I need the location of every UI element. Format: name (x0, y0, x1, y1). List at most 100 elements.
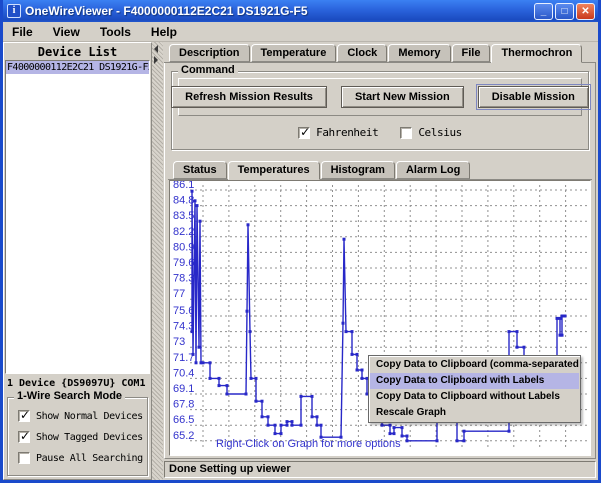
y-tick-label: 69.1 (173, 383, 194, 395)
fahrenheit-option[interactable]: Fahrenheit (298, 126, 378, 139)
split-pane-divider[interactable] (152, 42, 163, 480)
data-point-marker (508, 330, 511, 333)
pause-all-searching-label: Pause All Searching (36, 453, 143, 464)
show-normal-devices-row[interactable]: Show Normal Devices (18, 410, 141, 422)
data-point-marker (523, 346, 526, 349)
tab-description[interactable]: Description (169, 44, 250, 62)
data-point-marker (393, 426, 396, 429)
data-point-marker (389, 424, 392, 427)
data-point-marker (406, 435, 409, 438)
menu-item-copy-comma-separated[interactable]: Copy Data to Clipboard (comma-separated) (370, 357, 579, 373)
data-point-marker (218, 384, 221, 387)
device-view-tabs: Description Temperature Clock Memory Fil… (164, 44, 596, 63)
data-point-marker (202, 361, 205, 364)
y-tick-label: 80.9 (173, 241, 194, 253)
collapse-left-icon[interactable] (154, 45, 158, 53)
data-point-marker (274, 424, 277, 427)
temperature-graph-panel: 86.184.883.582.280.979.678.37775.674.373… (169, 180, 591, 456)
data-point-marker (209, 377, 212, 380)
data-point-marker (436, 439, 439, 442)
data-point-marker (194, 199, 197, 202)
data-point-marker (218, 377, 221, 380)
tab-temperatures[interactable]: Temperatures (228, 161, 320, 180)
y-tick-label: 79.6 (173, 257, 194, 269)
data-point-marker (300, 424, 303, 427)
data-point-marker (316, 424, 319, 427)
unit-selection-row: Fahrenheit Celsius (178, 116, 582, 145)
tab-file[interactable]: File (452, 44, 491, 62)
menu-view[interactable]: View (50, 23, 89, 41)
pause-all-searching-row[interactable]: Pause All Searching (18, 452, 141, 464)
start-new-mission-button[interactable]: Start New Mission (341, 86, 464, 108)
tab-temperature[interactable]: Temperature (251, 44, 337, 62)
y-tick-label: 70.4 (173, 367, 194, 379)
refresh-mission-results-button[interactable]: Refresh Mission Results (171, 86, 327, 108)
data-point-marker (280, 432, 283, 435)
viewer-panel: Description Temperature Clock Memory Fil… (163, 42, 598, 480)
data-point-marker (261, 415, 264, 418)
tab-histogram[interactable]: Histogram (321, 161, 395, 179)
menu-item-copy-without-labels[interactable]: Copy Data to Clipboard without Labels (370, 389, 579, 405)
tab-clock[interactable]: Clock (337, 44, 387, 62)
celsius-checkbox[interactable] (400, 127, 412, 139)
menu-item-rescale-graph[interactable]: Rescale Graph (370, 405, 579, 421)
search-mode-group: 1-Wire Search Mode Show Normal Devices S… (7, 397, 148, 476)
tab-thermochron[interactable]: Thermochron (491, 44, 582, 63)
maximize-button-icon[interactable]: □ (555, 3, 574, 20)
data-point-marker (191, 190, 194, 193)
show-tagged-devices-checkbox[interactable] (18, 431, 30, 443)
show-tagged-devices-row[interactable]: Show Tagged Devices (18, 431, 141, 443)
data-point-marker (356, 369, 359, 372)
tab-alarm-log[interactable]: Alarm Log (396, 161, 470, 179)
tab-memory[interactable]: Memory (388, 44, 450, 62)
data-point-marker (198, 346, 201, 349)
collapse-right-icon[interactable] (154, 56, 158, 64)
data-point-marker (361, 369, 364, 372)
minimize-button-icon[interactable]: _ (534, 3, 553, 20)
data-point-marker (401, 426, 404, 429)
data-point-marker (561, 334, 564, 337)
celsius-option[interactable]: Celsius (400, 126, 462, 139)
data-point-marker (320, 424, 323, 427)
graph-context-menu: Copy Data to Clipboard (comma-separated)… (368, 355, 581, 423)
data-point-marker (250, 377, 253, 380)
data-point-marker (286, 420, 289, 423)
fahrenheit-checkbox[interactable] (298, 127, 310, 139)
menu-file[interactable]: File (9, 23, 42, 41)
data-point-marker (316, 415, 319, 418)
window-title: OneWireViewer - F4000000112E2C21 DS1921G… (25, 4, 534, 18)
data-point-marker (247, 223, 250, 226)
data-point-marker (261, 400, 264, 403)
menu-help[interactable]: Help (148, 23, 186, 41)
adapter-status-label: 1 Device {DS9097U} COM1 (4, 374, 151, 391)
graph-hint-text: Right-Click on Graph for more options (216, 438, 401, 450)
data-point-marker (342, 322, 345, 325)
data-point-marker (209, 361, 212, 364)
data-point-marker (406, 439, 409, 442)
data-point-marker (556, 317, 559, 320)
data-point-marker (226, 384, 229, 387)
tab-status[interactable]: Status (173, 161, 227, 179)
app-icon: i (7, 4, 21, 18)
y-tick-label: 73 (173, 336, 185, 348)
device-list-item[interactable]: F4000000112E2C21 DS1921G-F5 (6, 61, 149, 74)
disable-mission-button[interactable]: Disable Mission (478, 86, 589, 108)
data-point-marker (361, 377, 364, 380)
data-point-marker (255, 377, 258, 380)
close-button-icon[interactable]: ✕ (576, 3, 595, 20)
show-tagged-devices-label: Show Tagged Devices (36, 432, 143, 443)
data-point-marker (561, 315, 564, 318)
device-list[interactable]: F4000000112E2C21 DS1921G-F5 (5, 60, 150, 374)
menu-item-copy-with-labels[interactable]: Copy Data to Clipboard with Labels (370, 373, 579, 389)
menu-tools[interactable]: Tools (97, 23, 140, 41)
data-point-marker (246, 310, 249, 313)
title-bar[interactable]: i OneWireViewer - F4000000112E2C21 DS192… (3, 0, 598, 22)
data-point-marker (286, 424, 289, 427)
y-tick-label: 82.2 (173, 226, 194, 238)
command-group: Command Refresh Mission Results Start Ne… (171, 71, 589, 150)
data-point-marker (192, 353, 195, 356)
fahrenheit-label: Fahrenheit (316, 126, 378, 139)
pause-all-searching-checkbox[interactable] (18, 452, 30, 464)
data-point-marker (351, 353, 354, 356)
show-normal-devices-checkbox[interactable] (18, 410, 30, 422)
